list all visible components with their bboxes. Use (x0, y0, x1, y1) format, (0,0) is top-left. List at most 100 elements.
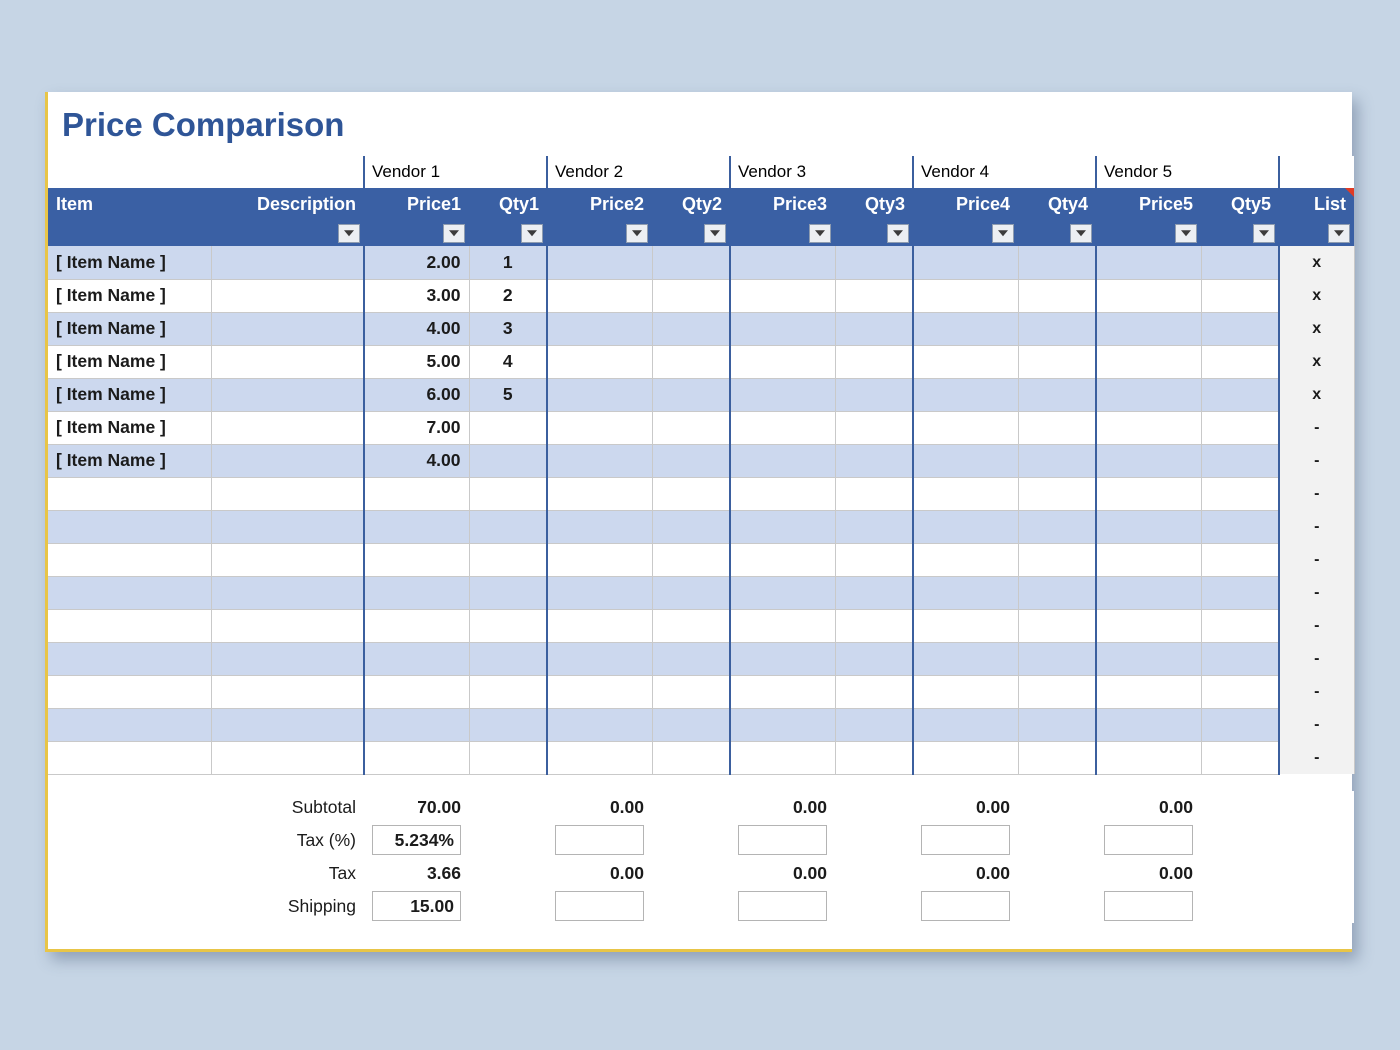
summary-input-vendor3[interactable] (738, 825, 827, 855)
qty5-cell[interactable] (1201, 246, 1280, 280)
filter-dropdown-icon-price3[interactable] (887, 223, 909, 243)
summary-value-vendor3[interactable] (730, 889, 835, 923)
qty3-cell[interactable] (835, 609, 914, 643)
price2-cell[interactable] (546, 378, 653, 412)
description-cell[interactable] (211, 312, 365, 346)
qty1-cell[interactable]: 2 (469, 279, 548, 313)
qty1-cell[interactable] (469, 642, 548, 676)
list-cell[interactable]: x (1278, 312, 1355, 345)
qty5-cell[interactable] (1201, 411, 1280, 445)
qty3-cell[interactable] (835, 411, 914, 445)
column-header-qty1[interactable]: Qty1 (469, 188, 547, 220)
price4-cell[interactable] (912, 741, 1019, 775)
price5-cell[interactable] (1095, 444, 1202, 478)
qty3-cell[interactable] (835, 543, 914, 577)
qty2-cell[interactable] (652, 642, 731, 676)
price4-cell[interactable] (912, 675, 1019, 709)
summary-value-vendor1[interactable]: 15.00 (364, 889, 469, 923)
qty4-cell[interactable] (1018, 477, 1097, 511)
description-cell[interactable] (211, 708, 365, 742)
column-header-price1[interactable]: Price1 (364, 188, 469, 220)
qty2-cell[interactable] (652, 345, 731, 379)
price2-cell[interactable] (546, 345, 653, 379)
qty3-cell[interactable] (835, 642, 914, 676)
price3-cell[interactable] (729, 642, 836, 676)
qty1-cell[interactable]: 4 (469, 345, 548, 379)
filter-dropdown-icon-price4[interactable] (1070, 223, 1092, 243)
qty1-cell[interactable] (469, 741, 548, 775)
description-cell[interactable] (211, 444, 365, 478)
qty3-cell[interactable] (835, 510, 914, 544)
price4-cell[interactable] (912, 444, 1019, 478)
qty1-cell[interactable] (469, 510, 548, 544)
table-row[interactable]: - (48, 642, 1355, 676)
item-cell[interactable]: [ Item Name ] (48, 246, 212, 280)
filter-dropdown-icon-price5[interactable] (1253, 223, 1275, 243)
price2-cell[interactable] (546, 642, 653, 676)
summary-value-vendor4[interactable] (913, 823, 1018, 857)
qty2-cell[interactable] (652, 444, 731, 478)
column-header-list[interactable]: List (1279, 188, 1354, 220)
column-header-qty5[interactable]: Qty5 (1201, 188, 1279, 220)
summary-value-vendor5[interactable] (1096, 823, 1201, 857)
price1-cell[interactable] (363, 708, 470, 742)
table-row[interactable]: - (48, 609, 1355, 643)
list-cell[interactable]: - (1278, 675, 1355, 708)
qty2-cell[interactable] (652, 312, 731, 346)
price3-cell[interactable] (729, 675, 836, 709)
item-cell[interactable] (48, 642, 212, 676)
qty4-cell[interactable] (1018, 444, 1097, 478)
qty4-cell[interactable] (1018, 312, 1097, 346)
summary-value-vendor5[interactable] (1096, 889, 1201, 923)
qty5-cell[interactable] (1201, 510, 1280, 544)
table-row[interactable]: [ Item Name ] 4.00 - (48, 444, 1355, 478)
qty1-cell[interactable] (469, 609, 548, 643)
price1-cell[interactable]: 2.00 (363, 246, 470, 280)
price1-cell[interactable] (363, 741, 470, 775)
price5-cell[interactable] (1095, 642, 1202, 676)
column-header-item[interactable]: Item (48, 188, 211, 220)
qty4-cell[interactable] (1018, 543, 1097, 577)
summary-input-vendor2[interactable] (555, 891, 644, 921)
summary-value-vendor2[interactable] (547, 823, 652, 857)
item-cell[interactable] (48, 741, 212, 775)
price5-cell[interactable] (1095, 510, 1202, 544)
price3-cell[interactable] (729, 246, 836, 280)
description-cell[interactable] (211, 609, 365, 643)
qty4-cell[interactable] (1018, 576, 1097, 610)
price2-cell[interactable] (546, 411, 653, 445)
qty5-cell[interactable] (1201, 477, 1280, 511)
item-cell[interactable] (48, 675, 212, 709)
qty3-cell[interactable] (835, 675, 914, 709)
list-cell[interactable]: - (1278, 576, 1355, 609)
qty5-cell[interactable] (1201, 708, 1280, 742)
list-cell[interactable]: - (1278, 444, 1355, 477)
price3-cell[interactable] (729, 609, 836, 643)
filter-dropdown-icon-price2[interactable] (704, 223, 726, 243)
price4-cell[interactable] (912, 246, 1019, 280)
price3-cell[interactable] (729, 411, 836, 445)
qty3-cell[interactable] (835, 312, 914, 346)
description-cell[interactable] (211, 279, 365, 313)
qty3-cell[interactable] (835, 576, 914, 610)
price3-cell[interactable] (729, 444, 836, 478)
qty1-cell[interactable] (469, 708, 548, 742)
qty1-cell[interactable] (469, 477, 548, 511)
summary-input-vendor2[interactable] (555, 825, 644, 855)
price3-cell[interactable] (729, 543, 836, 577)
price1-cell[interactable]: 5.00 (363, 345, 470, 379)
item-cell[interactable] (48, 543, 212, 577)
filter-dropdown-icon-qty3[interactable] (992, 223, 1014, 243)
price2-cell[interactable] (546, 279, 653, 313)
price2-cell[interactable] (546, 576, 653, 610)
item-cell[interactable] (48, 510, 212, 544)
price2-cell[interactable] (546, 510, 653, 544)
qty1-cell[interactable]: 5 (469, 378, 548, 412)
qty2-cell[interactable] (652, 246, 731, 280)
list-cell[interactable]: - (1278, 708, 1355, 741)
price2-cell[interactable] (546, 741, 653, 775)
table-row[interactable]: - (48, 675, 1355, 709)
column-header-description[interactable]: Description (211, 188, 364, 220)
price5-cell[interactable] (1095, 345, 1202, 379)
price4-cell[interactable] (912, 708, 1019, 742)
